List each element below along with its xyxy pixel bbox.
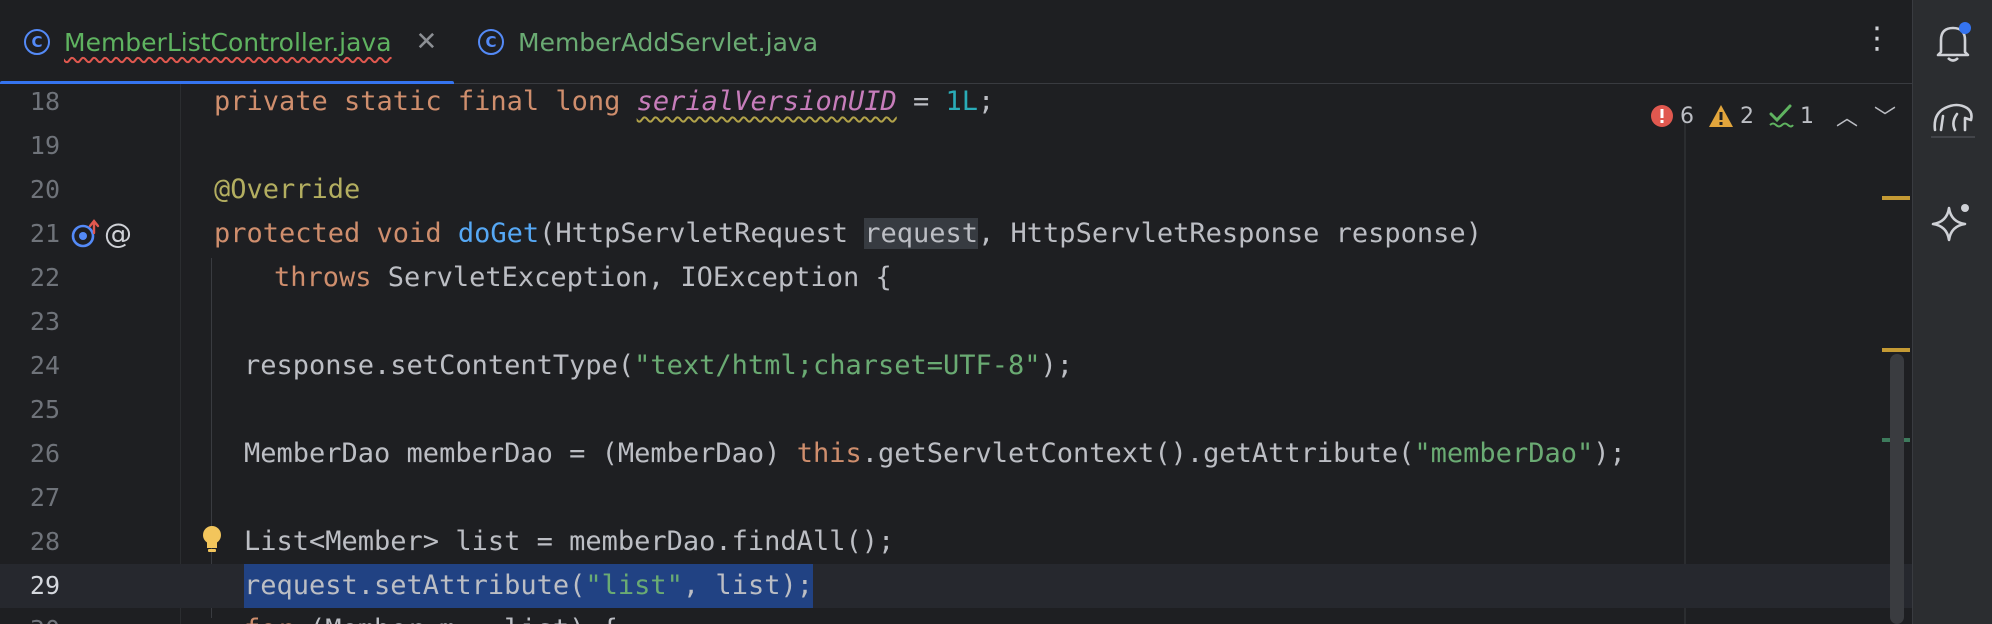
code-line: 20 @Override: [0, 168, 1912, 212]
warning-stripe-mark[interactable]: [1882, 196, 1910, 200]
tab-member-add-servlet[interactable]: C MemberAddServlet.java: [478, 0, 818, 84]
chevron-down-icon[interactable]: ﹀: [1874, 100, 1896, 132]
line-number: 26: [29, 439, 60, 468]
line-number: 30: [0, 608, 60, 624]
tab-label: MemberAddServlet.java: [518, 27, 819, 57]
line-number: 24: [29, 351, 60, 380]
line-number: 28: [29, 527, 60, 556]
inspection-widget[interactable]: 6 2 1 ︿ ﹀: [1650, 100, 1904, 132]
line-number: 21: [29, 219, 60, 248]
code-line: 18 private static final long serialVersi…: [0, 84, 1912, 124]
code-text: for (Member m : list) {: [244, 608, 618, 624]
toolstrip-divider: [1931, 136, 1975, 138]
line-number: 20: [29, 175, 60, 204]
code-text: List<Member> list = memberDao.findAll();: [244, 526, 895, 557]
code-line: 28 List<Member> list = memberDao.findAll…: [0, 520, 1912, 564]
warnings-indicator[interactable]: 2: [1708, 104, 1754, 129]
java-class-icon: C: [478, 29, 504, 55]
notifications-icon[interactable]: [1913, 20, 1992, 64]
code-line: 26 MemberDao memberDao = (MemberDao) thi…: [0, 432, 1912, 476]
code-text: throws ServletException, IOException {: [274, 262, 892, 293]
typos-indicator[interactable]: 1: [1768, 103, 1814, 129]
code-line: 25: [0, 388, 1912, 432]
code-line: 30 for (Member m : list) {: [0, 608, 1912, 624]
code-editor[interactable]: 18 private static final long serialVersi…: [0, 84, 1912, 624]
database-icon[interactable]: [1913, 100, 1992, 136]
line-number: 25: [29, 395, 60, 424]
code-line-current: 29 request.setAttribute("list", list);: [0, 564, 1912, 608]
chevron-up-icon[interactable]: ︿: [1836, 100, 1858, 132]
selected-code-text: request.setAttribute("list", list);: [244, 564, 813, 608]
code-line: 21 @ protected void doGet(HttpServletReq…: [0, 212, 1912, 256]
java-class-icon: C: [24, 29, 50, 55]
code-text: protected void doGet(HttpServletRequest …: [214, 218, 1482, 249]
code-text: private static final long serialVersionU…: [214, 86, 995, 117]
line-number: 18: [29, 87, 60, 116]
code-text: response.setContentType("text/html;chars…: [244, 350, 1074, 381]
error-icon: [1651, 105, 1673, 127]
warning-icon: [1709, 105, 1733, 127]
code-line: 27: [0, 476, 1912, 520]
code-line: 24 response.setContentType("text/html;ch…: [0, 344, 1912, 388]
overrides-method-icon[interactable]: [70, 219, 102, 253]
line-number: 19: [29, 131, 60, 160]
code-line: 19: [0, 124, 1912, 168]
warning-stripe-mark[interactable]: [1882, 348, 1910, 352]
annotation-gutter-icon[interactable]: @: [104, 219, 132, 249]
lightbulb-icon[interactable]: [200, 524, 224, 560]
code-line: 23: [0, 300, 1912, 344]
more-vertical-icon[interactable]: ⋮: [1862, 24, 1892, 54]
close-icon[interactable]: ✕: [416, 27, 438, 57]
typo-check-icon: [1769, 104, 1794, 128]
line-number: 23: [29, 307, 60, 336]
tab-label: MemberListController.java: [64, 27, 392, 57]
line-number: 27: [29, 483, 60, 512]
line-number: 29: [29, 571, 60, 600]
ai-assistant-icon[interactable]: [1913, 200, 1992, 244]
line-number: 22: [29, 263, 60, 292]
code-text: @Override: [214, 174, 361, 205]
errors-indicator[interactable]: 6: [1650, 104, 1694, 129]
code-line: 22 throws ServletException, IOException …: [0, 256, 1912, 300]
editor-tab-bar: C MemberListController.java ✕ C MemberAd…: [0, 0, 1912, 86]
code-text: MemberDao memberDao = (MemberDao) this.g…: [244, 438, 1626, 469]
tab-member-list-controller[interactable]: C MemberListController.java ✕: [0, 0, 455, 86]
vertical-scrollbar[interactable]: [1890, 354, 1904, 624]
right-tool-strip: [1912, 0, 1992, 624]
